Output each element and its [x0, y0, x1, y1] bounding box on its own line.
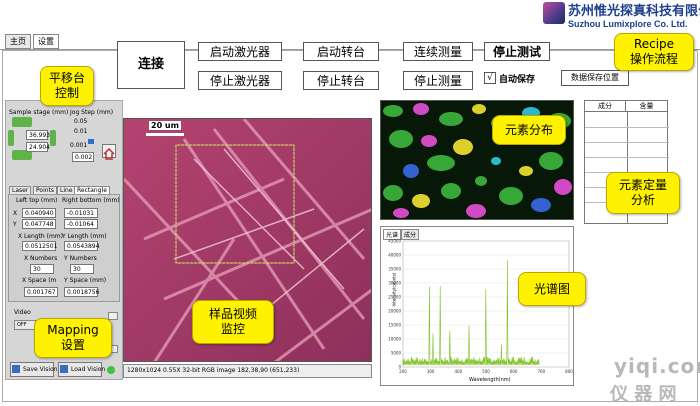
video-status-bar: 1280x1024 0.55X 32-bit RGB image 182,38,…: [123, 364, 372, 378]
spectrum-panel: 光谱 成分 45000 40000 35000 30000 25000 20000 1500…: [380, 226, 574, 386]
save-icon: [12, 365, 20, 373]
load-icon: [60, 365, 68, 373]
y-numbers-field[interactable]: 30: [70, 264, 94, 274]
callout-element-map: 元素分布: [492, 115, 566, 145]
callout-mapping-settings: Mapping 设置: [34, 318, 112, 358]
stop-test-button[interactable]: 停止测试: [484, 42, 550, 61]
company-name-cn: 苏州惟光探真科技有限公司: [568, 3, 700, 18]
callout-recipe: Recipe 操作流程: [614, 33, 694, 71]
connect-button[interactable]: 连接: [117, 41, 185, 89]
video-label: Video: [14, 309, 31, 316]
x-length-label: X Length (mm): [18, 233, 63, 240]
jog-current-field[interactable]: 0.002: [72, 152, 94, 162]
stage-up-arrow-icon[interactable]: [12, 117, 32, 127]
auto-save-label: 自动保存: [499, 75, 536, 85]
jog-value-2: 0.01: [74, 128, 88, 135]
y-space-label: Y Space (mm): [64, 277, 107, 284]
spectrum-y-tick-label: 5000: [391, 351, 402, 356]
stage-left-arrow-icon[interactable]: [8, 130, 14, 146]
stage-x-value[interactable]: 36.993: [26, 130, 50, 140]
quant-row-line: [585, 157, 669, 158]
quant-header-content: 含量: [639, 102, 654, 110]
data-save-location-button[interactable]: 数据保存位置: [561, 70, 629, 86]
x-space-label: X Space (m: [22, 277, 57, 284]
left-top-y-field[interactable]: 0.047748: [22, 219, 56, 229]
watermark-line1: yiqi.com: [614, 354, 700, 378]
watermark-line2: 仪 器 网: [610, 384, 677, 405]
scale-bar-label: 20 um: [149, 121, 181, 130]
home-button[interactable]: [102, 144, 116, 160]
left-top-label: Left top (mm): [16, 197, 58, 204]
stage-y-value[interactable]: 24.904: [26, 142, 50, 152]
scroll-up-button[interactable]: [108, 312, 118, 320]
callout-element-quant: 元素定量 分析: [606, 172, 680, 214]
spectrum-x-tick-label: 200: [399, 369, 407, 374]
callout-stage-control: 平移台 控制: [40, 66, 94, 106]
tab-settings[interactable]: 设置: [33, 34, 59, 49]
spectrum-chart: 4500040000350003000025000200001500010000…: [388, 239, 573, 375]
y-numbers-label: Y Numbers: [64, 255, 97, 262]
quant-header-component: 成分: [585, 101, 627, 111]
jog-value-3: 0.001: [70, 142, 88, 149]
spectrum-x-tick-label: 500: [482, 369, 490, 374]
right-bottom-label: Right bottom (mm): [62, 197, 120, 204]
spectrum-x-tick-label: 800: [565, 369, 573, 374]
video-toggle[interactable]: OFF: [14, 320, 36, 330]
x-numbers-label: X Numbers: [24, 255, 58, 262]
right-bottom-x-field[interactable]: -0.01031: [64, 208, 98, 218]
x-space-field: 0.001767: [24, 287, 58, 297]
stop-stage-button[interactable]: 停止转台: [303, 71, 379, 90]
jog-value-1: 0.05: [74, 118, 88, 125]
right-bottom-y-field[interactable]: -0.01064: [64, 219, 98, 229]
y-length-field: 0.0543894: [64, 241, 99, 251]
auto-save-checkbox[interactable]: √: [484, 72, 496, 84]
spectrum-y-tick-label: 45000: [388, 239, 401, 244]
spectrum-y-tick-label: 15000: [388, 323, 401, 328]
spectrum-y-tick-label: 35000: [388, 267, 401, 272]
spectrum-y-tick-label: 40000: [388, 253, 401, 258]
spectrum-y-tick-label: 10000: [388, 337, 401, 342]
x-numbers-field[interactable]: 30: [30, 264, 54, 274]
spectrum-xlabel: Wavelength(nm): [469, 377, 511, 383]
stage-title: Sample stage (mm): [9, 109, 69, 116]
company-name-en: Suzhou Lumixplore Co. Ltd.: [568, 19, 688, 29]
x-length-field: 0.0512501: [22, 241, 57, 251]
stop-laser-button[interactable]: 停止激光器: [198, 71, 282, 90]
callout-spectrum: 光谱图: [518, 272, 586, 306]
home-icon: [103, 147, 115, 160]
spectrum-y-tick-label: 20000: [388, 309, 401, 314]
x-axis-label: X: [13, 210, 18, 217]
company-logo: [543, 2, 565, 24]
stop-measure-button[interactable]: 停止测量: [403, 71, 473, 90]
y-length-label: Y Length (mm): [62, 233, 107, 240]
spectrum-x-tick-label: 700: [538, 369, 546, 374]
y-space-field: 0.0018756: [64, 287, 99, 297]
jog-slider-handle[interactable]: [88, 139, 94, 144]
left-top-x-field[interactable]: 0.040940: [22, 208, 56, 218]
screenshot-root: { "company": {"name_cn": "苏州惟光探真科技有限公司",…: [0, 0, 700, 406]
quant-row-line: [585, 142, 669, 143]
spectrum-x-tick-label: 300: [427, 369, 435, 374]
y-axis-label: Y: [13, 221, 17, 228]
status-led-icon: [107, 366, 115, 374]
spectrum-x-tick-label: 600: [510, 369, 518, 374]
callout-video-monitor: 样品视频 监控: [192, 300, 274, 344]
start-laser-button[interactable]: 启动激光器: [198, 42, 282, 61]
stage-right-arrow-icon[interactable]: [50, 130, 56, 146]
start-stage-button[interactable]: 启动转台: [303, 42, 379, 61]
continuous-measure-button[interactable]: 连续测量: [403, 42, 473, 61]
spectrum-ylabel: Intensity(counts): [391, 272, 397, 307]
tab-home[interactable]: 主页: [5, 34, 31, 49]
spectrum-x-tick-label: 400: [455, 369, 463, 374]
quant-row-line: [585, 127, 669, 128]
jog-title: Jog Step (mm): [70, 109, 114, 116]
